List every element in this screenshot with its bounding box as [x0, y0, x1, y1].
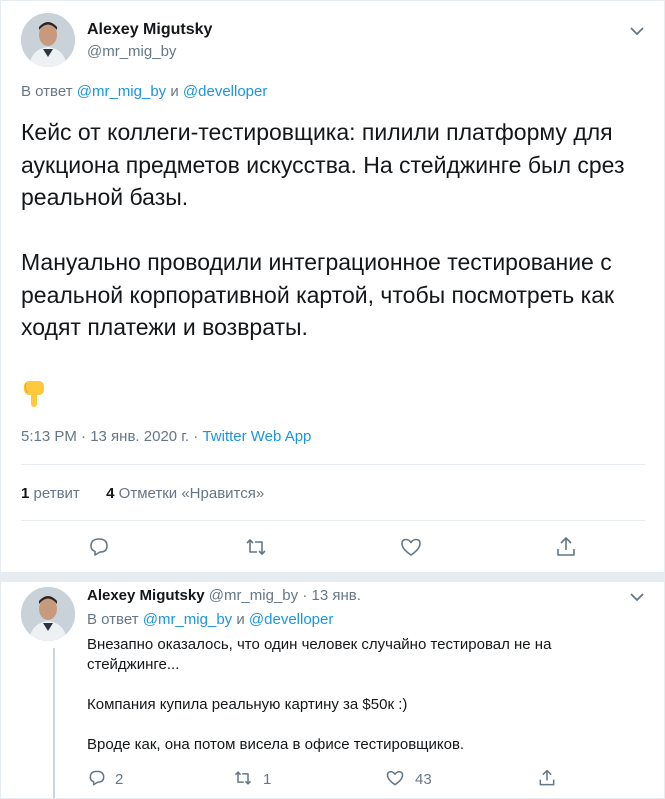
reply-text: Внезапно оказалось, что один человек слу… — [87, 636, 552, 753]
tweet-date[interactable]: 13 янв. — [311, 587, 360, 604]
reply-to-line: В ответ @mr_mig_by и @develloper — [87, 611, 334, 628]
retweet-count: 1 — [263, 771, 272, 788]
tweet-timestamp: 5:13 PM · 13 янв. 2020 г. · Twitter Web … — [21, 428, 311, 445]
author-handle[interactable]: @mr_mig_by — [87, 43, 176, 60]
tweet-time[interactable]: 5:13 PM · 13 янв. 2020 г. · — [21, 428, 202, 445]
tweet-source-link[interactable]: Twitter Web App — [202, 428, 311, 445]
author-name[interactable]: Alexey Migutsky — [87, 21, 212, 39]
reply-mention-link[interactable]: @mr_mig_by — [77, 83, 166, 100]
avatar[interactable] — [21, 13, 75, 67]
share-icon[interactable] — [554, 535, 578, 559]
divider — [21, 520, 645, 521]
reply-mention-link[interactable]: @develloper — [249, 611, 333, 628]
reply-icon[interactable] — [87, 768, 107, 788]
like-icon[interactable] — [399, 535, 423, 559]
pointing-down-icon — [22, 379, 48, 409]
tweet-separator — [0, 572, 665, 582]
like-count: 43 — [415, 771, 432, 788]
avatar[interactable] — [21, 587, 75, 641]
reply-header: Alexey Migutsky @mr_mig_by · 13 янв. — [87, 587, 361, 604]
like-icon[interactable] — [385, 768, 405, 788]
reply-to-line: В ответ @mr_mig_by и @develloper — [21, 83, 268, 100]
author-handle[interactable]: @mr_mig_by — [209, 587, 298, 604]
retweet-stat[interactable]: 1 ретвит — [21, 485, 80, 502]
chevron-down-icon[interactable] — [627, 587, 647, 607]
divider — [21, 464, 645, 465]
reply-count: 2 — [115, 771, 124, 788]
reply-mention-link[interactable]: @develloper — [183, 83, 267, 100]
tweet-stats: 1 ретвит 4 Отметки «Нравится» — [21, 485, 264, 502]
reply-mention-link[interactable]: @mr_mig_by — [143, 611, 232, 628]
like-stat[interactable]: 4 Отметки «Нравится» — [106, 485, 264, 502]
tweet-text: Кейс от коллеги-тестировщика: пилили пла… — [21, 119, 625, 340]
chevron-down-icon[interactable] — [627, 21, 647, 41]
author-name[interactable]: Alexey Migutsky — [87, 587, 205, 604]
retweet-icon[interactable] — [233, 768, 253, 788]
thread-line — [53, 648, 55, 798]
share-icon[interactable] — [537, 768, 557, 788]
reply-icon[interactable] — [87, 535, 111, 559]
retweet-icon[interactable] — [244, 535, 268, 559]
